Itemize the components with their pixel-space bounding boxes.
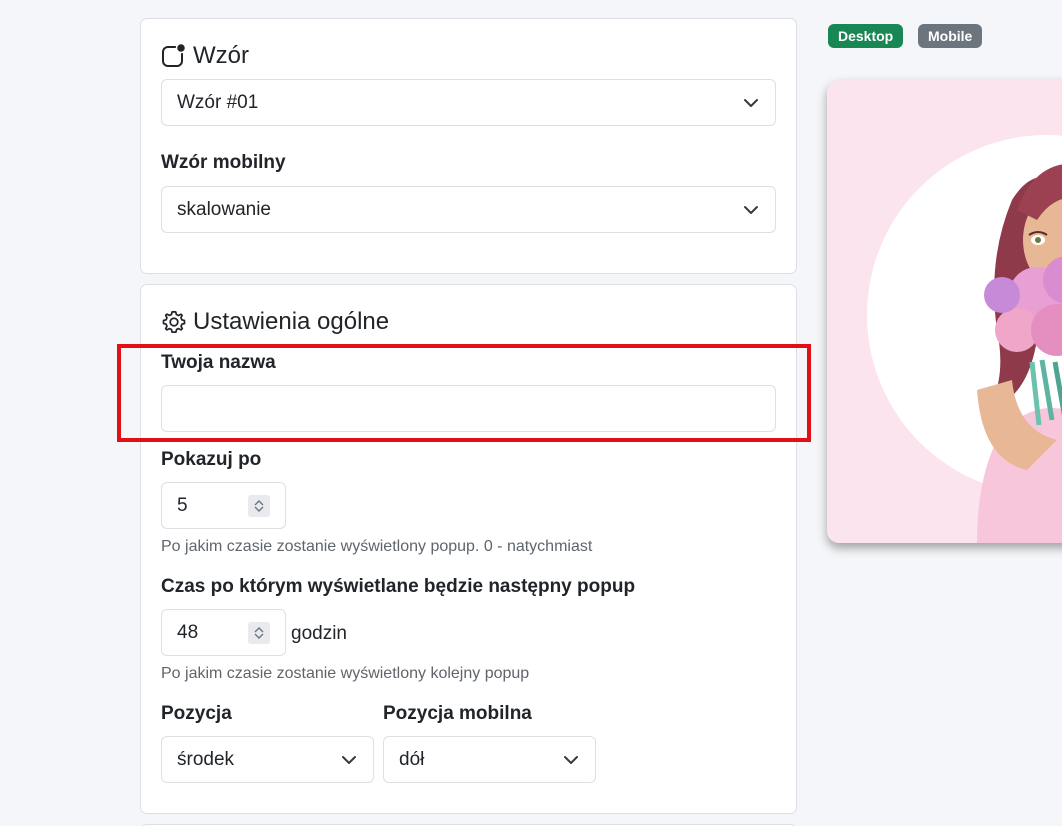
preview-illustration (867, 135, 1062, 543)
chevron-down-icon (743, 202, 759, 218)
general-settings-card: Ustawienia ogólne Twoja nazwa Pokazuj po… (140, 284, 797, 814)
position-label: Pozycja (161, 703, 232, 724)
chevron-down-icon (341, 752, 357, 768)
pattern-card: Wzór Wzór #01 Wzór mobilny skalowanie (140, 18, 797, 274)
general-settings-title-text: Ustawienia ogólne (193, 308, 390, 335)
show-after-value: 5 (177, 494, 188, 516)
name-label: Twoja nazwa (161, 352, 276, 373)
pattern-select[interactable]: Wzór #01 (161, 79, 776, 126)
page: Wzór Wzór #01 Wzór mobilny skalowanie Us… (0, 0, 1062, 826)
chevron-down-icon (743, 95, 759, 111)
pattern-icon (161, 43, 187, 69)
next-popup-label: Czas po którym wyświetlane będzie następ… (161, 576, 636, 597)
mobile-pattern-label: Wzór mobilny (161, 152, 286, 173)
mobile-position-select-value: dół (399, 748, 425, 770)
mobile-pattern-select-value: skalowanie (177, 198, 271, 220)
name-input[interactable] (161, 385, 776, 432)
gear-icon (161, 309, 187, 335)
show-after-help: Po jakim czasie zostanie wyświetlony pop… (161, 538, 593, 555)
position-select-value: środek (177, 748, 235, 770)
popup-preview (827, 80, 1062, 543)
show-after-label: Pokazuj po (161, 449, 262, 470)
next-popup-help: Po jakim czasie zostanie wyświetlony kol… (161, 665, 530, 682)
next-popup-suffix: godzin (291, 623, 347, 644)
next-popup-input[interactable]: 48 (161, 609, 286, 656)
spinner-arrows-icon[interactable] (248, 495, 270, 517)
pattern-card-title: Wzór (161, 42, 249, 70)
next-popup-value: 48 (177, 621, 199, 643)
general-settings-title: Ustawienia ogólne (161, 308, 389, 336)
desktop-badge[interactable]: Desktop (828, 24, 904, 48)
pattern-select-value: Wzór #01 (177, 91, 259, 113)
show-after-input[interactable]: 5 (161, 482, 286, 529)
spinner-arrows-icon[interactable] (248, 622, 270, 644)
mobile-pattern-select[interactable]: skalowanie (161, 186, 776, 233)
mobile-position-select[interactable]: dół (383, 736, 596, 783)
chevron-down-icon (563, 752, 579, 768)
position-select[interactable]: środek (161, 736, 374, 783)
pattern-title-text: Wzór (193, 42, 249, 69)
mobile-position-label: Pozycja mobilna (383, 703, 532, 724)
mobile-badge[interactable]: Mobile (918, 24, 983, 48)
